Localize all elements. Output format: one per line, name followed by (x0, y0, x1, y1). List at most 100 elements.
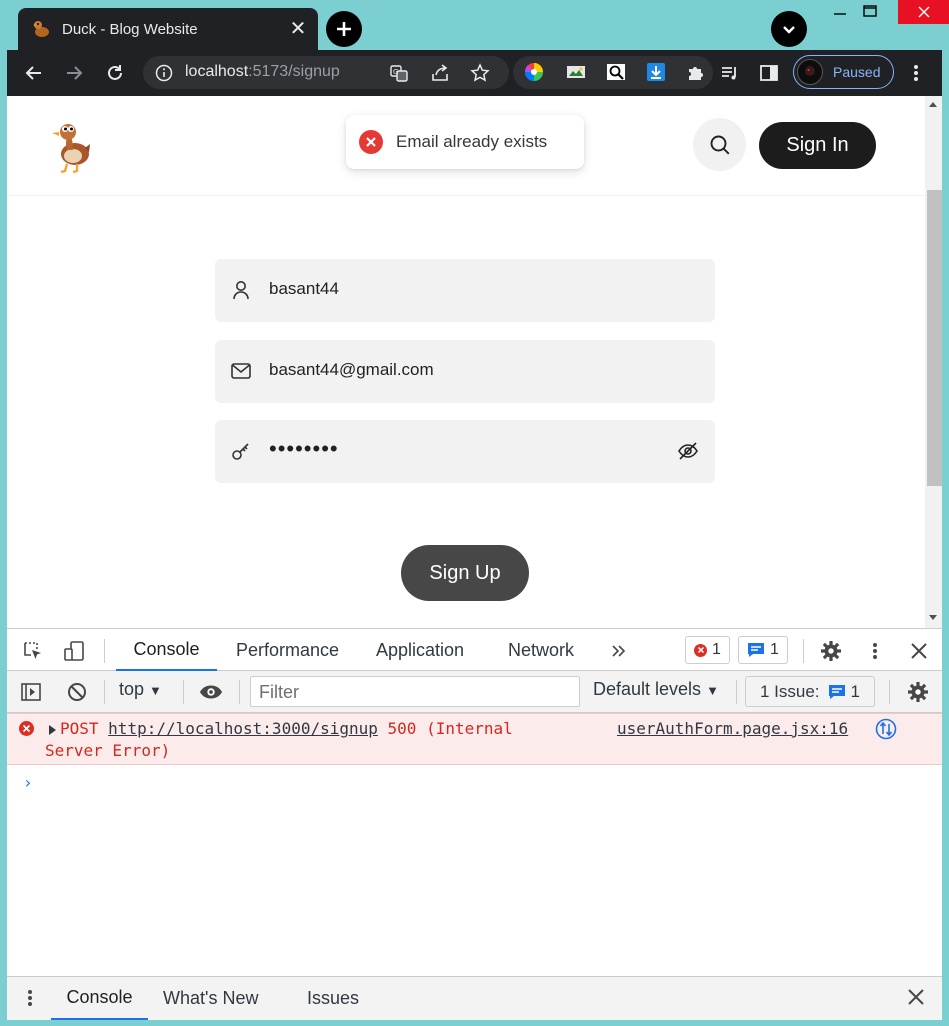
svg-text:G: G (393, 68, 398, 76)
live-expression-eye-icon[interactable] (199, 680, 223, 704)
devtools-more-icon[interactable] (863, 639, 887, 663)
browser-menu-icon[interactable] (904, 61, 928, 85)
email-input-value[interactable]: basant44@gmail.com (269, 360, 434, 380)
window-close-button[interactable] (898, 0, 949, 24)
envelope-icon (231, 360, 251, 382)
search-icon (710, 135, 729, 154)
sign-in-button[interactable]: Sign In (759, 122, 876, 169)
site-navbar: Email already exists Sign In (7, 96, 925, 196)
side-panel-icon[interactable] (757, 61, 781, 85)
name-input-value[interactable]: basant44 (269, 279, 339, 299)
inspect-element-icon[interactable] (21, 639, 45, 663)
message-count-badge[interactable]: 1 (738, 636, 788, 664)
chevron-down-icon (783, 26, 795, 34)
forward-button[interactable] (62, 61, 86, 85)
console-filter-input[interactable]: Filter (250, 676, 580, 707)
profile-button[interactable]: Paused (793, 55, 894, 89)
drawer-tab-console[interactable]: Console (51, 977, 148, 1020)
browser-tab[interactable]: Duck - Blog Website ✕ (18, 8, 318, 50)
reload-icon (108, 65, 122, 80)
address-bar[interactable]: localhost:5173/signup G (143, 56, 509, 89)
url-text: localhost:5173/signup (185, 63, 340, 80)
maximize-button[interactable] (850, 0, 890, 24)
separator (104, 639, 105, 663)
expand-triangle-icon[interactable] (49, 725, 56, 735)
translate-icon[interactable]: G (388, 62, 410, 84)
error-x-icon (359, 130, 383, 154)
error-source-link[interactable]: userAuthForm.page.jsx:16 (617, 719, 848, 738)
duck-favicon-icon (30, 18, 52, 40)
bookmark-star-icon[interactable] (469, 62, 491, 84)
tab-strip: Duck - Blog Website ✕ (0, 0, 949, 50)
drawer-close-icon[interactable] (907, 988, 925, 1011)
password-field[interactable]: •••••••• (215, 420, 715, 483)
show-sidebar-icon[interactable] (19, 680, 43, 704)
error-count-badge[interactable]: 1 (685, 636, 730, 664)
download-extension-icon[interactable] (645, 61, 667, 83)
drawer-tab-whats-new[interactable]: What's New (163, 977, 258, 1020)
scroll-thumb[interactable] (927, 190, 942, 486)
issues-button[interactable]: 1 Issue: 1 (745, 676, 875, 707)
minimize-icon (834, 13, 846, 15)
site-info-icon[interactable] (155, 64, 173, 87)
tab-network[interactable]: Network (508, 629, 574, 671)
reload-button[interactable] (103, 61, 127, 85)
devtools-settings-gear-icon[interactable] (819, 639, 843, 663)
console-prompt-chevron-icon[interactable]: › (23, 773, 33, 792)
tab-title: Duck - Blog Website (62, 20, 198, 38)
tab-console[interactable]: Console (116, 629, 217, 671)
devtools-panel: Console Performance Application Network … (7, 628, 942, 1020)
tab-application[interactable]: Application (376, 629, 464, 671)
browser-toolbar: localhost:5173/signup G Paused (7, 50, 942, 96)
device-toolbar-icon[interactable] (62, 639, 86, 663)
extensions-area (513, 56, 713, 89)
issue-message-icon (828, 684, 845, 699)
sign-up-button[interactable]: Sign Up (401, 545, 529, 601)
password-input-value[interactable]: •••••••• (269, 436, 339, 462)
error-count: 1 (712, 641, 721, 658)
puzzle-extensions-icon[interactable] (685, 61, 707, 83)
scroll-down-arrow-icon[interactable] (929, 615, 937, 620)
error-circle-icon (19, 721, 34, 736)
error-url-link[interactable]: http://localhost:3000/signup (108, 719, 378, 738)
duck-logo[interactable] (51, 118, 91, 174)
drawer-tab-issues[interactable]: Issues (307, 977, 359, 1020)
error-message-line1: POST http://localhost:3000/signup 500 (I… (60, 719, 513, 738)
devtools-close-icon[interactable] (907, 639, 931, 663)
scroll-up-arrow-icon[interactable] (929, 102, 937, 107)
maximize-icon (863, 5, 877, 17)
color-picker-extension-icon[interactable] (523, 61, 545, 83)
search-button[interactable] (693, 118, 746, 171)
separator (183, 680, 184, 704)
page-scrollbar[interactable] (925, 96, 942, 628)
devtools-drawer: Console What's New Issues (7, 976, 942, 1020)
tab-performance[interactable]: Performance (236, 629, 339, 671)
clear-console-icon[interactable] (65, 680, 89, 704)
back-button[interactable] (22, 61, 46, 85)
context-selector[interactable]: top ▼ (119, 679, 162, 700)
media-queue-icon[interactable] (718, 61, 742, 85)
close-icon (918, 6, 929, 18)
eye-slash-icon[interactable] (677, 440, 699, 462)
message-count: 1 (770, 641, 779, 658)
seo-extension-icon[interactable] (605, 61, 627, 83)
user-icon (231, 279, 251, 301)
page-viewport: Email already exists Sign In basant44 ba… (7, 96, 942, 628)
tab-close-icon[interactable]: ✕ (284, 19, 312, 39)
tab-search-button[interactable] (771, 11, 807, 47)
network-request-icon[interactable] (875, 718, 897, 740)
console-filter-bar: top ▼ Filter Default levels ▼ 1 Issue: 1 (7, 671, 942, 713)
console-settings-gear-icon[interactable] (906, 680, 930, 704)
email-field[interactable]: basant44@gmail.com (215, 340, 715, 403)
more-tabs-chevron-icon[interactable] (607, 639, 631, 663)
screenshot-extension-icon[interactable] (565, 61, 587, 83)
log-levels-dropdown[interactable]: Default levels ▼ (593, 679, 719, 700)
new-tab-button[interactable] (326, 11, 362, 47)
devtools-tabbar: Console Performance Application Network … (7, 628, 942, 671)
error-toast: Email already exists (346, 115, 584, 169)
separator (889, 680, 890, 704)
console-error-row[interactable]: POST http://localhost:3000/signup 500 (I… (7, 713, 942, 765)
drawer-more-icon[interactable] (27, 988, 33, 1013)
name-field[interactable]: basant44 (215, 259, 715, 322)
share-icon[interactable] (429, 62, 451, 84)
